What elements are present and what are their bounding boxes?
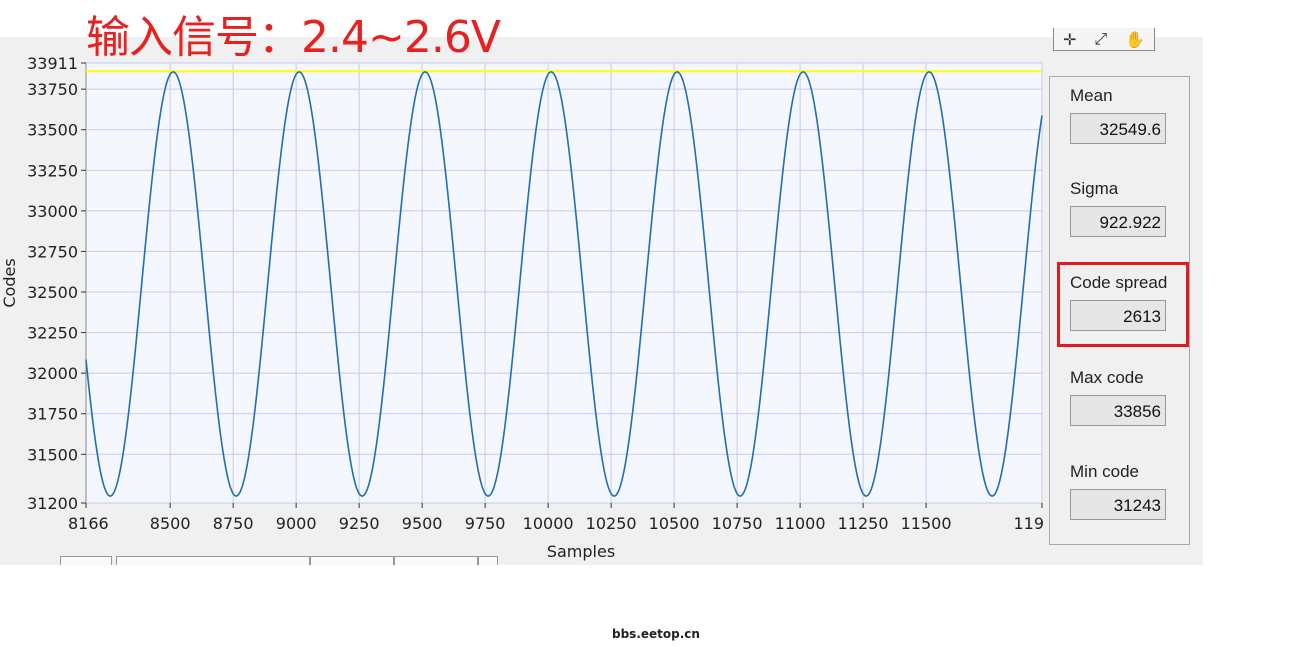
x-tick-label: 11000 [775, 514, 826, 533]
x-tick-label: 10000 [523, 514, 574, 533]
watermark: bbs.eetop.cn [612, 627, 700, 641]
y-tick-label: 31750 [27, 405, 78, 424]
x-tick-label: 10250 [586, 514, 637, 533]
pan-hand-icon[interactable]: ✋ [1125, 30, 1145, 49]
x-axis-label: Samples [547, 542, 615, 561]
table-cell [116, 556, 310, 565]
plot-area [85, 62, 1043, 504]
sigma-value-field[interactable]: 922.922 [1070, 206, 1166, 237]
stat-label: Mean [1070, 86, 1113, 105]
x-tick-label: 11250 [838, 514, 889, 533]
x-tick-label: 9250 [339, 514, 380, 533]
cursor-table-fragment [60, 556, 498, 565]
y-tick-label: 33000 [27, 202, 78, 221]
y-tick-label: 32500 [27, 283, 78, 302]
x-tick-label: 10500 [649, 514, 700, 533]
y-tick-label: 31500 [27, 445, 78, 464]
y-tick-label: 33750 [27, 80, 78, 99]
code-spread-highlight-box [1057, 262, 1189, 347]
crosshair-icon[interactable]: ✛ [1063, 30, 1076, 49]
x-tick-label: 119 [1013, 514, 1044, 533]
stat-min-code: Min code 31243 [1070, 461, 1180, 520]
table-cell [394, 556, 478, 565]
x-tick-label: 9000 [276, 514, 317, 533]
table-cell [310, 556, 394, 565]
y-axis-ticks: 33911 33750 33500 33250 33000 32750 32500 32250… [27, 54, 86, 513]
table-cell [60, 556, 112, 565]
y-tick-label: 31200 [27, 494, 78, 513]
y-tick-label: 32000 [27, 364, 78, 383]
stat-sigma: Sigma 922.922 [1070, 178, 1180, 237]
x-tick-label: 10750 [712, 514, 763, 533]
y-tick-label: 32250 [27, 324, 78, 343]
mean-value-field[interactable]: 32549.6 [1070, 113, 1166, 144]
max-code-value-field[interactable]: 33856 [1070, 395, 1166, 426]
graph-toolbar: ✛ ⤢ ✋ [1053, 28, 1155, 51]
x-tick-label: 11500 [901, 514, 952, 533]
x-tick-label: 9750 [465, 514, 506, 533]
x-axis-ticks: 8166 8500 8750 9000 9250 9500 9750 10000 10250 10… [68, 503, 1044, 533]
y-tick-label: 33250 [27, 161, 78, 180]
stat-mean: Mean 32549.6 [1070, 85, 1180, 144]
input-signal-title: 输入信号：2.4~2.6V [86, 12, 501, 63]
zoom-icon[interactable]: ⤢ [1094, 29, 1107, 49]
stat-max-code: Max code 33856 [1070, 367, 1180, 426]
stat-label: Min code [1070, 462, 1139, 481]
x-tick-label: 8750 [213, 514, 254, 533]
stat-label: Max code [1070, 368, 1144, 387]
y-tick-label: 33911 [27, 54, 78, 73]
y-axis-label: Codes [0, 258, 19, 307]
y-tick-label: 32750 [27, 242, 78, 261]
x-tick-label: 8166 [68, 514, 109, 533]
x-tick-label: 8500 [150, 514, 191, 533]
x-tick-label: 9500 [402, 514, 443, 533]
y-tick-label: 33500 [27, 121, 78, 140]
table-cell [478, 556, 498, 565]
stat-label: Sigma [1070, 179, 1119, 198]
min-code-value-field[interactable]: 31243 [1070, 489, 1166, 520]
